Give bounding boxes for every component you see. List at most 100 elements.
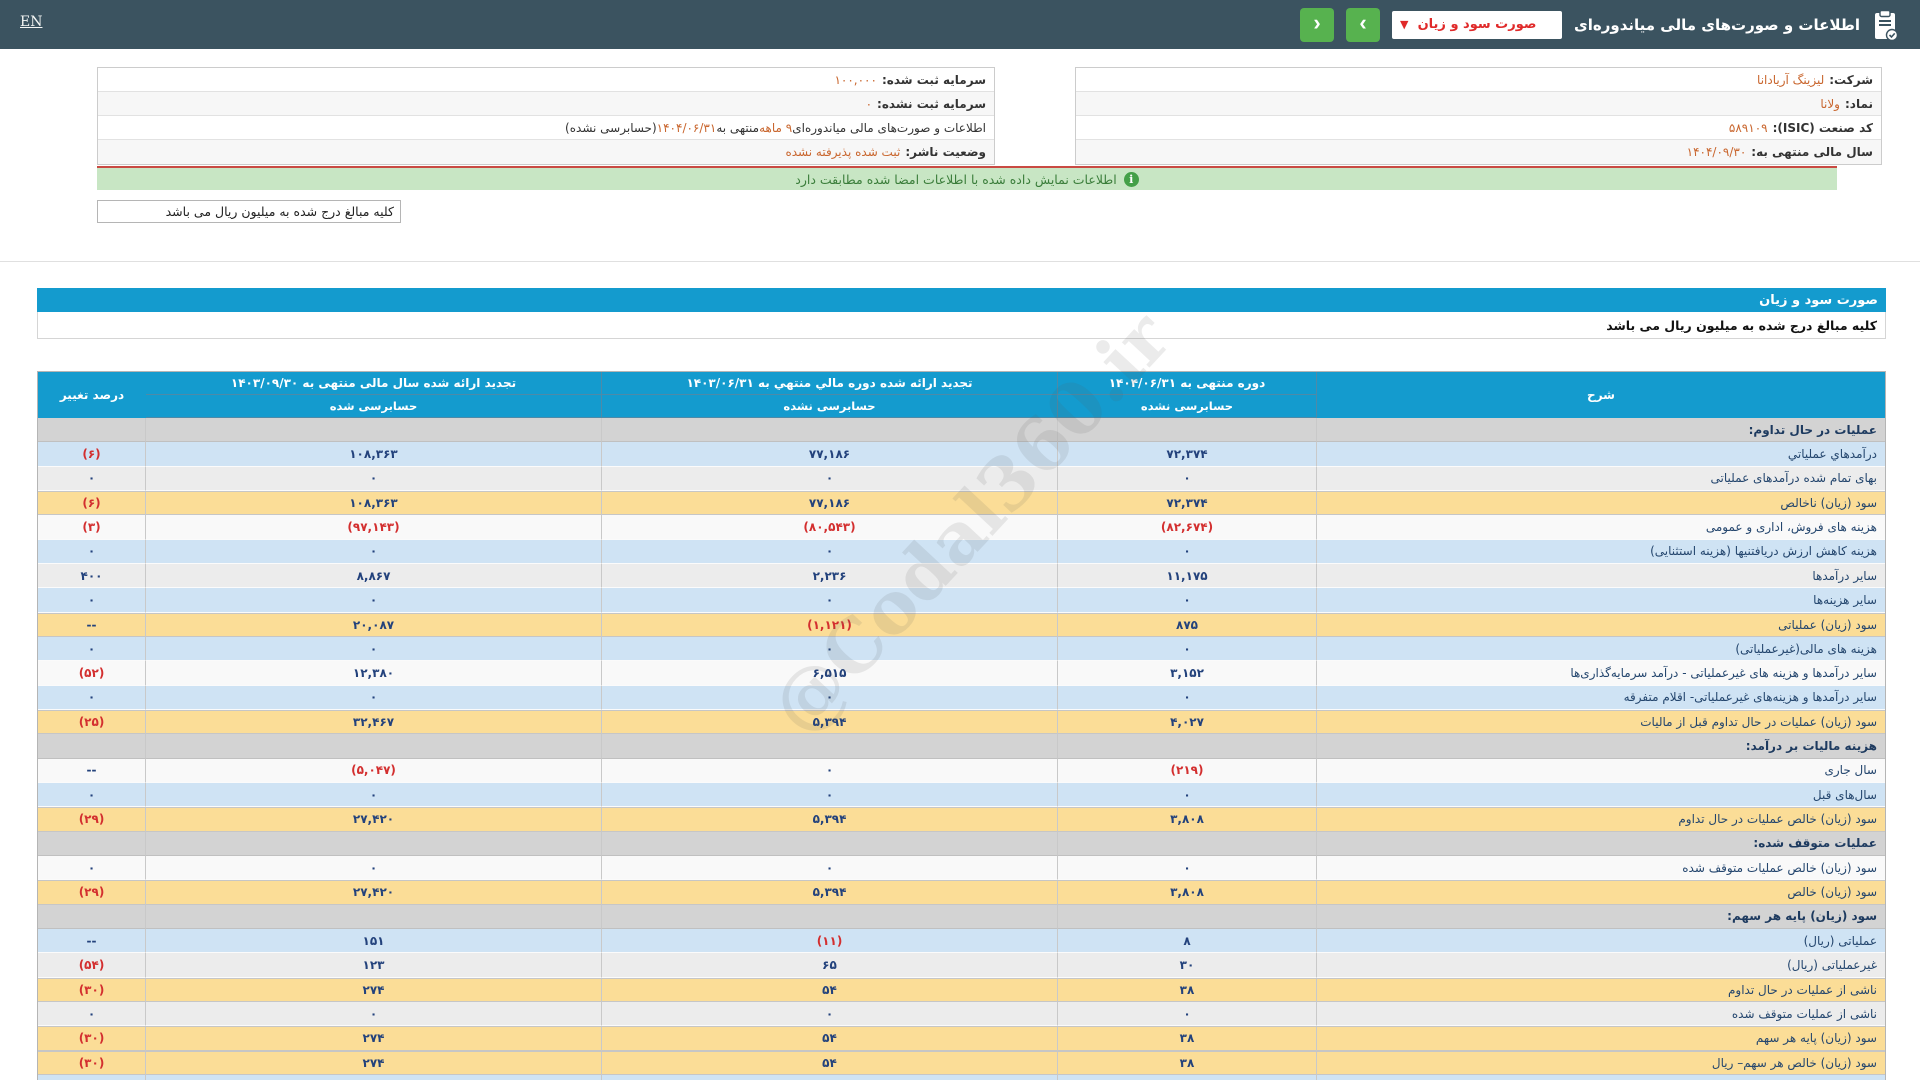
amounts-unit-note-text: کلیه مبالغ درج شده به میلیون ریال می باش… — [165, 204, 394, 219]
value-cell: ۰ — [602, 1001, 1058, 1027]
column-header-restated-period: تجدید ارائه شده دوره مالي منتهي به ۱۴۰۳/… — [602, 372, 1058, 395]
info-icon: i — [1123, 171, 1139, 187]
table-section-row: سود (زیان) پایه هر سهم: — [38, 904, 1885, 929]
value-cell: ۵۴ — [602, 978, 1058, 1002]
company-info-row: کد صنعت (ISIC): ۵۸۹۱۰۹ — [1076, 116, 1881, 140]
company-info-right-table: شرکت: لیزینگ آریادانا نماد: ولانا کد صنعت (I… — [1075, 67, 1882, 165]
value-cell: ۰ — [1058, 636, 1317, 662]
percent-change-cell: (۶) — [38, 491, 146, 516]
signed-data-banner-text: اطلاعات نمایش داده شده با اطلاعات امضا ش… — [795, 171, 1117, 187]
table-row: سایر درآمدها و هزینه‌های غیرعملیاتی- اقل… — [38, 685, 1885, 710]
row-label: سود (زیان) پایه هر سهم: — [1317, 904, 1885, 929]
percent-change-cell: ۰ — [38, 588, 146, 613]
value-cell — [1058, 831, 1317, 856]
percent-change-cell — [38, 831, 146, 856]
value-cell: ۳۸ — [1058, 978, 1317, 1002]
info-text-segment: ۱۴۰۴/۰۶/۳۱ — [656, 120, 717, 135]
statement-amounts-note-row: کلیه مبالغ درج شده به میلیون ریال می باش… — [37, 312, 1886, 339]
info-value: ثبت شده پذیرفته نشده — [785, 145, 901, 159]
value-cell: ۲۰,۰۸۷ — [146, 613, 602, 637]
report-type-selected-value: صورت سود و زیان — [1417, 17, 1537, 32]
value-cell: ۲۷,۴۲۰ — [146, 808, 602, 832]
table-row: سود (زیان) خالص عملیات در حال تداوم ۳,۸۰۸… — [38, 807, 1885, 832]
percent-change-cell: ۰ — [38, 466, 146, 491]
next-report-button[interactable]: › — [1346, 7, 1381, 42]
value-cell — [146, 418, 602, 443]
value-cell: ۵۴ — [602, 1027, 1058, 1051]
value-cell: (۱,۱۲۱) — [602, 613, 1058, 637]
percent-change-cell: ۰ — [38, 1001, 146, 1027]
value-cell: ۷۷,۱۸۶ — [602, 442, 1058, 467]
value-cell: ۳,۱۵۲ — [1058, 661, 1317, 686]
value-cell: (۵,۰۴۷) — [146, 758, 602, 783]
value-cell: (۲۱۹) — [1058, 758, 1317, 783]
percent-change-cell — [38, 1074, 146, 1080]
company-info-row: وضعیت ناشر: ثبت شده پذیرفته نشده — [98, 140, 994, 164]
value-cell: ۰ — [602, 539, 1058, 564]
row-label: سایر درآمدها و هزینه‌های غیرعملیاتی- اقل… — [1317, 685, 1885, 710]
value-cell — [146, 904, 602, 929]
table-row: سود (زیان) ناخالص ۷۲,۳۷۴ ۷۷,۱۸۶ ۱۰۸,۳۶۳ (۶) — [38, 490, 1885, 516]
column-header-description: شرح — [1587, 388, 1615, 402]
percent-change-cell: (۳۰) — [38, 1051, 146, 1075]
table-row: درآمدهاي عملياتي ۷۲,۳۷۴ ۷۷,۱۸۶ ۱۰۸,۳۶۳ (۶) — [38, 442, 1885, 467]
language-toggle-en[interactable]: EN — [20, 14, 42, 30]
row-label: هزینه مالیات بر درآمد: — [1317, 734, 1885, 759]
value-cell: ۰ — [1058, 588, 1317, 613]
info-value: ۵۸۹۱۰۹ — [1728, 120, 1768, 135]
value-cell: ۳,۸۰۸ — [1058, 881, 1317, 905]
value-cell: ۰ — [602, 636, 1058, 662]
row-label: هزینه های فروش، اداری و عمومی — [1317, 515, 1885, 540]
column-subheader-unaudited: حسابرسی نشده — [1058, 395, 1317, 418]
value-cell: ۲۷۴ — [146, 978, 602, 1002]
info-label: کد صنعت (ISIC): — [1772, 120, 1873, 135]
percent-change-cell: (۲۹) — [38, 808, 146, 832]
row-label: سایر هزینه‌ها — [1317, 588, 1885, 613]
table-row: بهای تمام شده درآمدهای عملیاتی ۰ ۰ ۰ ۰ — [38, 466, 1885, 491]
value-cell: ۰ — [1058, 1001, 1317, 1027]
value-cell: ۷۲,۳۷۴ — [1058, 442, 1317, 467]
statement-title: صورت سود و زیان — [1759, 292, 1878, 308]
row-label: هزینه های مالی(غیرعملیاتی) — [1317, 636, 1885, 662]
report-type-select[interactable]: صورت سود و زیان ▼ — [1392, 10, 1563, 39]
value-cell: ۰ — [602, 685, 1058, 710]
value-cell: ۰ — [146, 855, 602, 881]
percent-change-cell: ۰ — [38, 636, 146, 662]
percent-change-cell — [38, 418, 146, 443]
value-cell — [602, 904, 1058, 929]
value-cell: ۱۲۳ — [146, 953, 602, 978]
value-cell: (۱۱) — [602, 928, 1058, 954]
value-cell: ۳,۸۰۸ — [1058, 808, 1317, 832]
value-cell: ۸ — [1058, 928, 1317, 954]
table-row: هزینه کاهش ارزش دریافتنیها (هزینه استثنا… — [38, 539, 1885, 564]
percent-change-cell: (۵۴) — [38, 953, 146, 978]
percent-change-cell: -- — [38, 613, 146, 637]
value-cell: ۰ — [146, 685, 602, 710]
company-info-row: نماد: ولانا — [1076, 92, 1881, 116]
value-cell: ۵,۳۹۴ — [602, 808, 1058, 832]
info-label: نماد: — [1844, 96, 1873, 111]
page-title: اطلاعات و صورت‌های مالی میاندوره‌ای — [1574, 15, 1860, 34]
value-cell: ۰ — [146, 782, 602, 808]
value-cell: ۱۱,۱۷۵ — [1058, 563, 1317, 589]
signed-data-banner: i اطلاعات نمایش داده شده با اطلاعات امضا… — [97, 166, 1837, 190]
chevron-down-icon: ▼ — [1400, 17, 1409, 31]
info-label: سرمایه ثبت نشده: — [877, 96, 986, 111]
percent-change-cell: -- — [38, 758, 146, 783]
value-cell: ۲۷۴ — [146, 1027, 602, 1051]
value-cell — [1058, 734, 1317, 759]
value-cell — [1058, 1074, 1317, 1080]
value-cell — [146, 1074, 602, 1080]
statement-title-bar: صورت سود و زیان — [37, 288, 1886, 312]
company-info-left-table: سرمایه ثبت شده: ۱۰۰,۰۰۰ سرمایه ثبت نشده: ۰ ا… — [97, 67, 995, 165]
value-cell: ۰ — [602, 855, 1058, 881]
table-row: ناشی از عملیات در حال تداوم ۳۸ ۵۴ ۲۷۴ (۳۰) — [38, 977, 1885, 1002]
info-label: سال مالی منتهی به: — [1751, 145, 1873, 159]
value-cell: ۰ — [602, 466, 1058, 491]
top-bar: EN اطلاعات و صورت‌های مالی میاندوره‌ای ص… — [0, 0, 1920, 49]
info-value: ولانا — [1820, 96, 1840, 111]
info-label: شرکت: — [1829, 72, 1873, 87]
previous-report-button[interactable]: ‹ — [1300, 7, 1335, 42]
value-cell: ۵۴ — [602, 1051, 1058, 1075]
value-cell: ۳۸ — [1058, 1051, 1317, 1075]
